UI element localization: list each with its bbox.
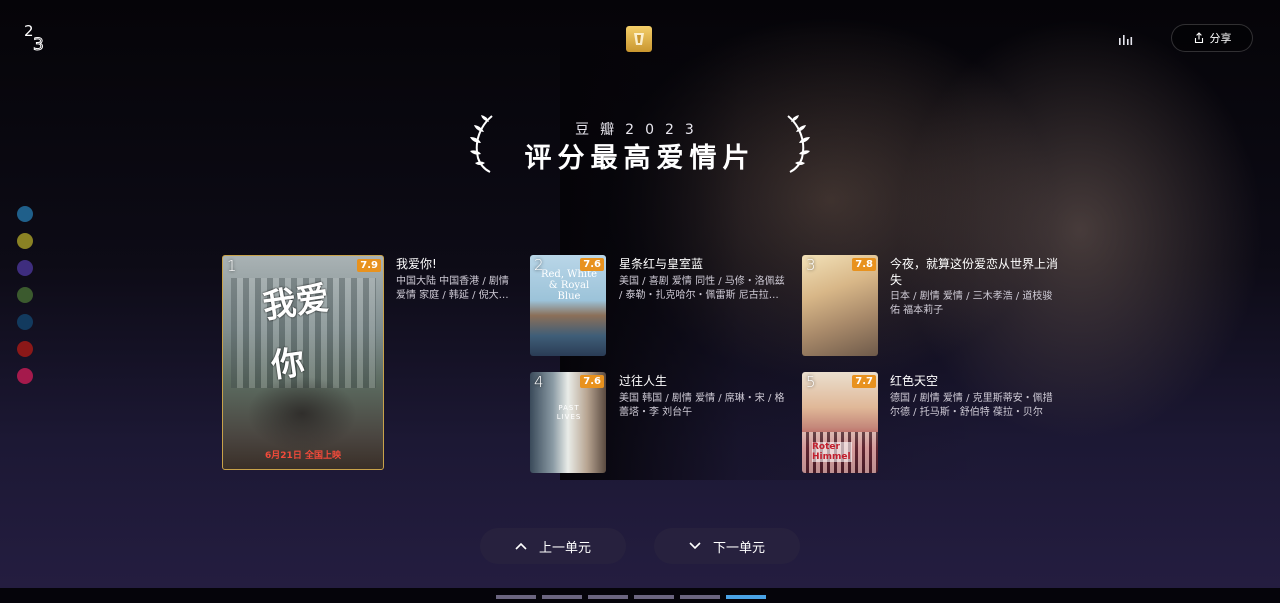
movie-title-5[interactable]: 红色天空: [890, 373, 938, 389]
movie-card-4[interactable]: PAST LIVES 4 7.6 过往人生 美国 韩国 / 剧情 爱情 / 席琳…: [530, 372, 792, 474]
rank-5: 5: [806, 373, 816, 391]
movie-poster-1[interactable]: 我爱你 6月21日 全国上映 1 7.9: [222, 255, 384, 470]
movie-meta-3-line1: 日本 / 剧情 爱情 / 三木孝浩 / 道枝骏: [890, 291, 1053, 302]
movie-meta-2-line2: / 泰勒・扎克哈尔・佩雷斯 尼古拉…: [619, 290, 779, 301]
laurel-right-icon: [787, 115, 810, 173]
next-section-button[interactable]: 下一单元: [654, 528, 800, 564]
banner-title: 评分最高爱情片: [524, 143, 756, 174]
rating-4: 7.6: [580, 375, 604, 388]
share-icon: [1194, 32, 1203, 44]
movie-meta-5-line1: 德国 / 剧情 爱情 / 克里斯蒂安・佩措: [890, 393, 1053, 404]
movie-meta-1-line1: 中国大陆 中国香港 / 剧情: [396, 276, 509, 287]
rank-4: 4: [534, 373, 544, 391]
movie-title-1[interactable]: 我爱你!: [396, 256, 437, 272]
logo-23-icon[interactable]: 2 3: [22, 20, 52, 56]
poster-caption-1: 6月21日 全国上映: [265, 451, 341, 461]
color-dot-6[interactable]: [17, 341, 33, 357]
movie-title-4[interactable]: 过往人生: [619, 373, 667, 389]
color-dot-2[interactable]: [17, 233, 33, 249]
rating-2: 7.6: [580, 258, 604, 271]
stats-icon[interactable]: [1116, 30, 1134, 48]
theme-color-dots: [17, 206, 33, 395]
movie-meta-1-line2: 爱情 家庭 / 韩延 / 倪大…: [396, 290, 509, 301]
next-section-label: 下一单元: [712, 540, 765, 556]
movie-poster-2[interactable]: Red, White & Royal Blue 2 7.6: [530, 255, 606, 356]
share-label: 分享: [1209, 32, 1232, 45]
rank-2: 2: [534, 256, 544, 274]
banner: 豆瓣2023 评分最高爱情片: [470, 112, 810, 176]
chevron-down-icon: [689, 542, 701, 550]
prev-section-button[interactable]: 上一单元: [480, 528, 626, 564]
movie-card-3[interactable]: 3 7.8 今夜，就算这份爱恋从世界上消失 日本 / 剧情 爱情 / 三木孝浩 …: [802, 255, 1064, 357]
rank-3: 3: [806, 256, 816, 274]
svg-text:3: 3: [33, 35, 44, 54]
movie-card-2[interactable]: Red, White & Royal Blue 2 7.6 星条红与皇室蓝 美国…: [530, 255, 792, 357]
prev-section-label: 上一单元: [538, 540, 591, 556]
poster-caption-2: Red, White & Royal Blue: [540, 269, 598, 302]
chevron-up-icon: [515, 542, 527, 550]
color-dot-5[interactable]: [17, 314, 33, 330]
movie-meta-4-line2: 蕾塔・李 刘台午: [619, 407, 693, 418]
movie-card-1[interactable]: 我爱你 6月21日 全国上映 1 7.9 我爱你! 中国大陆 中国香港 / 剧情…: [222, 255, 522, 470]
poster-caption-5: Roter Himmel: [812, 442, 852, 462]
movie-card-5[interactable]: Roter Himmel 5 7.7 红色天空 德国 / 剧情 爱情 / 克里斯…: [802, 372, 1064, 474]
movie-poster-4[interactable]: PAST LIVES 4 7.6: [530, 372, 606, 473]
poster-caption-4: PAST LIVES: [556, 404, 582, 421]
rank-1: 1: [227, 257, 237, 275]
color-dot-4[interactable]: [17, 287, 33, 303]
movie-meta-2-line1: 美国 / 喜剧 爱情 同性 / 马修・洛佩兹: [619, 276, 785, 287]
movie-meta-5-line2: 尔德 / 托马斯・舒伯特 葆拉・贝尔: [890, 407, 1043, 418]
share-button[interactable]: 分享: [1171, 24, 1253, 52]
movie-poster-5[interactable]: Roter Himmel 5 7.7: [802, 372, 878, 473]
rating-5: 7.7: [852, 375, 876, 388]
rating-3: 7.8: [852, 258, 876, 271]
movie-title-2[interactable]: 星条红与皇室蓝: [619, 256, 703, 272]
movie-meta-3-line2: 佑 福本莉子: [890, 305, 944, 316]
rating-1: 7.9: [357, 259, 381, 272]
color-dot-3[interactable]: [17, 260, 33, 276]
douban-badge-icon: [626, 26, 652, 52]
movie-title-3[interactable]: 今夜，就算这份爱恋从世界上消失: [890, 256, 1060, 288]
color-dot-7[interactable]: [17, 368, 33, 384]
movie-poster-3[interactable]: 3 7.8: [802, 255, 878, 356]
movie-meta-4-line1: 美国 韩国 / 剧情 爱情 / 席琳・宋 / 格: [619, 393, 785, 404]
progress-indicator: [496, 584, 780, 599]
color-dot-1[interactable]: [17, 206, 33, 222]
